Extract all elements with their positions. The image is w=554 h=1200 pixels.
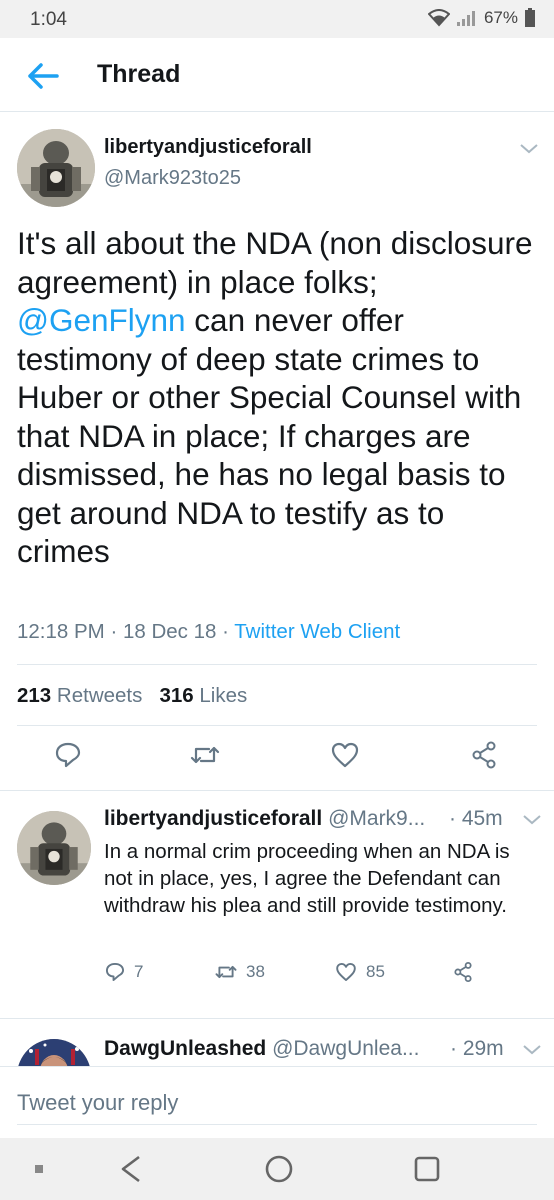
reply-icon (105, 962, 125, 982)
reply-time-value: 45m (461, 807, 503, 830)
share-icon (472, 741, 496, 769)
avatar[interactable] (17, 811, 91, 885)
signal-icon (456, 9, 478, 27)
app-header: Thread (0, 38, 554, 112)
tweet-text: It's all about the NDA (non disclosure a… (17, 224, 542, 571)
retweet-count: 213 (17, 684, 52, 707)
like-icon (336, 962, 356, 982)
back-arrow-icon (28, 63, 59, 89)
reply-button[interactable]: 7 (104, 961, 143, 983)
share-icon (454, 961, 472, 983)
share-button[interactable] (452, 961, 474, 983)
likes-label: Likes (199, 684, 248, 707)
tweet-time: 12:18 PM (17, 620, 105, 643)
reply-author-handle[interactable]: @DawgUnlea... (272, 1037, 419, 1060)
like-icon (331, 742, 359, 768)
nav-home-button[interactable] (262, 1152, 296, 1186)
nav-dot-button[interactable] (22, 1152, 56, 1186)
page-title: Thread (97, 60, 181, 88)
like-count: 85 (366, 962, 385, 981)
nav-home-icon (265, 1155, 293, 1183)
nav-back-button[interactable] (115, 1152, 149, 1186)
tweet-date: 18 Dec 18 (122, 620, 217, 643)
reply-tweet[interactable]: DawgUnleashed @DawgUnlea... · 29m (0, 1019, 554, 1066)
author-name[interactable]: libertyandjusticeforall (104, 136, 312, 159)
reply-time: · 29m (450, 1037, 504, 1060)
author-handle[interactable]: @Mark923to25 (104, 167, 241, 190)
retweet-icon (190, 746, 220, 764)
retweets-label: Retweets (56, 684, 143, 707)
reply-actions: 7 38 85 (104, 961, 534, 991)
likes-stat[interactable]: 316 Likes (159, 684, 247, 707)
avatar[interactable] (17, 129, 95, 207)
like-button[interactable] (330, 740, 360, 770)
reply-icon (55, 742, 81, 768)
nav-back-icon (121, 1155, 140, 1183)
reply-author-handle[interactable]: @Mark9... (328, 807, 425, 830)
nav-recents-icon (414, 1156, 440, 1182)
divider (17, 664, 537, 665)
tweet-stats: 213 Retweets 316 Likes (17, 684, 247, 708)
reply-time: · 45m (449, 807, 503, 830)
chevron-down-icon[interactable] (521, 1043, 543, 1057)
battery-text: 67% (483, 8, 518, 27)
wifi-icon (427, 9, 450, 27)
retweets-stat[interactable]: 213 Retweets (17, 684, 142, 707)
battery-icon (524, 8, 536, 28)
reply-button[interactable] (53, 740, 83, 770)
reply-time-value: 29m (462, 1037, 504, 1060)
reply-author-name[interactable]: DawgUnleashed (104, 1037, 266, 1060)
status-bar: 1:04 67% (0, 0, 554, 38)
divider (17, 725, 537, 726)
reply-input[interactable] (17, 1081, 537, 1125)
chevron-down-icon[interactable] (521, 813, 543, 827)
avatar[interactable] (17, 1039, 91, 1066)
retweet-icon (215, 965, 237, 979)
mention-link[interactable]: @GenFlynn (17, 302, 186, 338)
retweet-button[interactable]: 38 (214, 961, 265, 983)
status-time: 1:04 (30, 9, 67, 30)
reply-header: libertyandjusticeforall @Mark9... (104, 807, 425, 831)
reply-count: 7 (134, 962, 144, 981)
retweet-count: 38 (246, 962, 265, 981)
reply-header: DawgUnleashed @DawgUnlea... (104, 1037, 419, 1061)
like-button[interactable]: 85 (334, 961, 385, 983)
reply-compose-bar (0, 1066, 554, 1138)
tweet-meta: 12:18 PM · 18 Dec 18 · Twitter Web Clien… (17, 620, 401, 643)
back-button[interactable] (24, 56, 64, 96)
chevron-down-icon[interactable] (518, 142, 540, 156)
reply-text: In a normal crim proceeding when an NDA … (104, 840, 510, 917)
tweet-text-part2: can never offer testimony of deep state … (17, 302, 522, 569)
tweet-client-link[interactable]: Twitter Web Client (234, 620, 400, 643)
like-count: 316 (159, 684, 194, 707)
nav-recents-button[interactable] (410, 1152, 444, 1186)
tweet-text-part1: It's all about the NDA (non disclosure a… (17, 225, 533, 300)
status-icons: 67% (427, 8, 536, 28)
reply-author-name[interactable]: libertyandjusticeforall (104, 807, 322, 830)
retweet-button[interactable] (190, 740, 220, 770)
tweet-actions (0, 740, 554, 780)
share-button[interactable] (469, 740, 499, 770)
reply-tweet[interactable]: libertyandjusticeforall @Mark9... · 45m … (0, 791, 554, 1015)
dot-icon (35, 1165, 43, 1173)
system-nav-bar (0, 1138, 554, 1200)
